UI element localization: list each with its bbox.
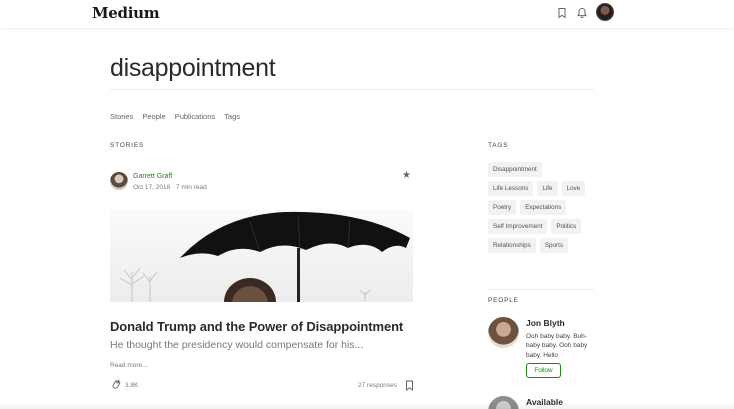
bottom-shadow (0, 402, 734, 409)
tag-expectations[interactable]: Expectations (520, 200, 567, 215)
subnav-publications[interactable]: Publications (175, 112, 215, 121)
tag-self-improvement[interactable]: Self Improvement (488, 219, 548, 234)
bookmark-icon[interactable] (556, 7, 568, 19)
story-image[interactable] (110, 210, 413, 302)
bookmark-story-icon[interactable] (405, 380, 414, 391)
story-title[interactable]: Donald Trump and the Power of Disappoint… (110, 319, 403, 334)
tag-life[interactable]: Life (537, 181, 558, 196)
story-subtitle[interactable]: He thought the presidency would compensa… (110, 339, 363, 351)
tag-life-lessons[interactable]: Life Lessons (488, 181, 534, 196)
umbrella-photo (119, 211, 410, 302)
follow-button[interactable]: Follow (526, 363, 561, 378)
tag-disappointment[interactable]: Disappointment (488, 162, 542, 177)
story-meta: Oct 17, 2018 · 7 min read (133, 184, 207, 191)
medium-logo[interactable]: Medium (92, 4, 160, 22)
tags-list: Disappointment Life Lessons Life Love Po… (488, 162, 598, 257)
clap-count: 3.8K (125, 382, 139, 389)
star-icon: ★ (402, 170, 411, 181)
subnav-stories[interactable]: Stories (110, 112, 133, 121)
page-title: disappointment (110, 54, 276, 82)
responses-link[interactable]: 27 responses (358, 382, 397, 389)
user-avatar[interactable] (596, 3, 614, 21)
tag-sports[interactable]: Sports (539, 238, 569, 253)
bell-icon[interactable] (576, 7, 588, 19)
clap-icon[interactable] (110, 378, 122, 390)
top-navigation-bar: Medium (0, 0, 734, 28)
subnav-tags[interactable]: Tags (224, 112, 240, 121)
stories-section-label: STORIES (110, 142, 145, 149)
tag-love[interactable]: Love (561, 181, 586, 196)
tag-poetry[interactable]: Poetry (488, 200, 517, 215)
read-more-link[interactable]: Read more... (110, 362, 148, 369)
divider (110, 89, 594, 90)
tags-section-label: TAGS (488, 142, 509, 149)
people-section-label: PEOPLE (488, 297, 519, 304)
topic-subnav: Stories People Publications Tags (110, 112, 249, 121)
subnav-people[interactable]: People (142, 112, 165, 121)
person-name[interactable]: Jon Blyth (526, 318, 565, 328)
tag-relationships[interactable]: Relationships (488, 238, 536, 253)
author-avatar[interactable] (110, 172, 128, 190)
divider (488, 289, 594, 290)
person-bio: Ooh baby baby. Buh-baby baby. Ooh baby b… (526, 333, 588, 359)
person-avatar[interactable] (488, 317, 519, 348)
author-name[interactable]: Garrett Graff (133, 173, 172, 180)
tag-politics[interactable]: Politics (551, 219, 582, 234)
